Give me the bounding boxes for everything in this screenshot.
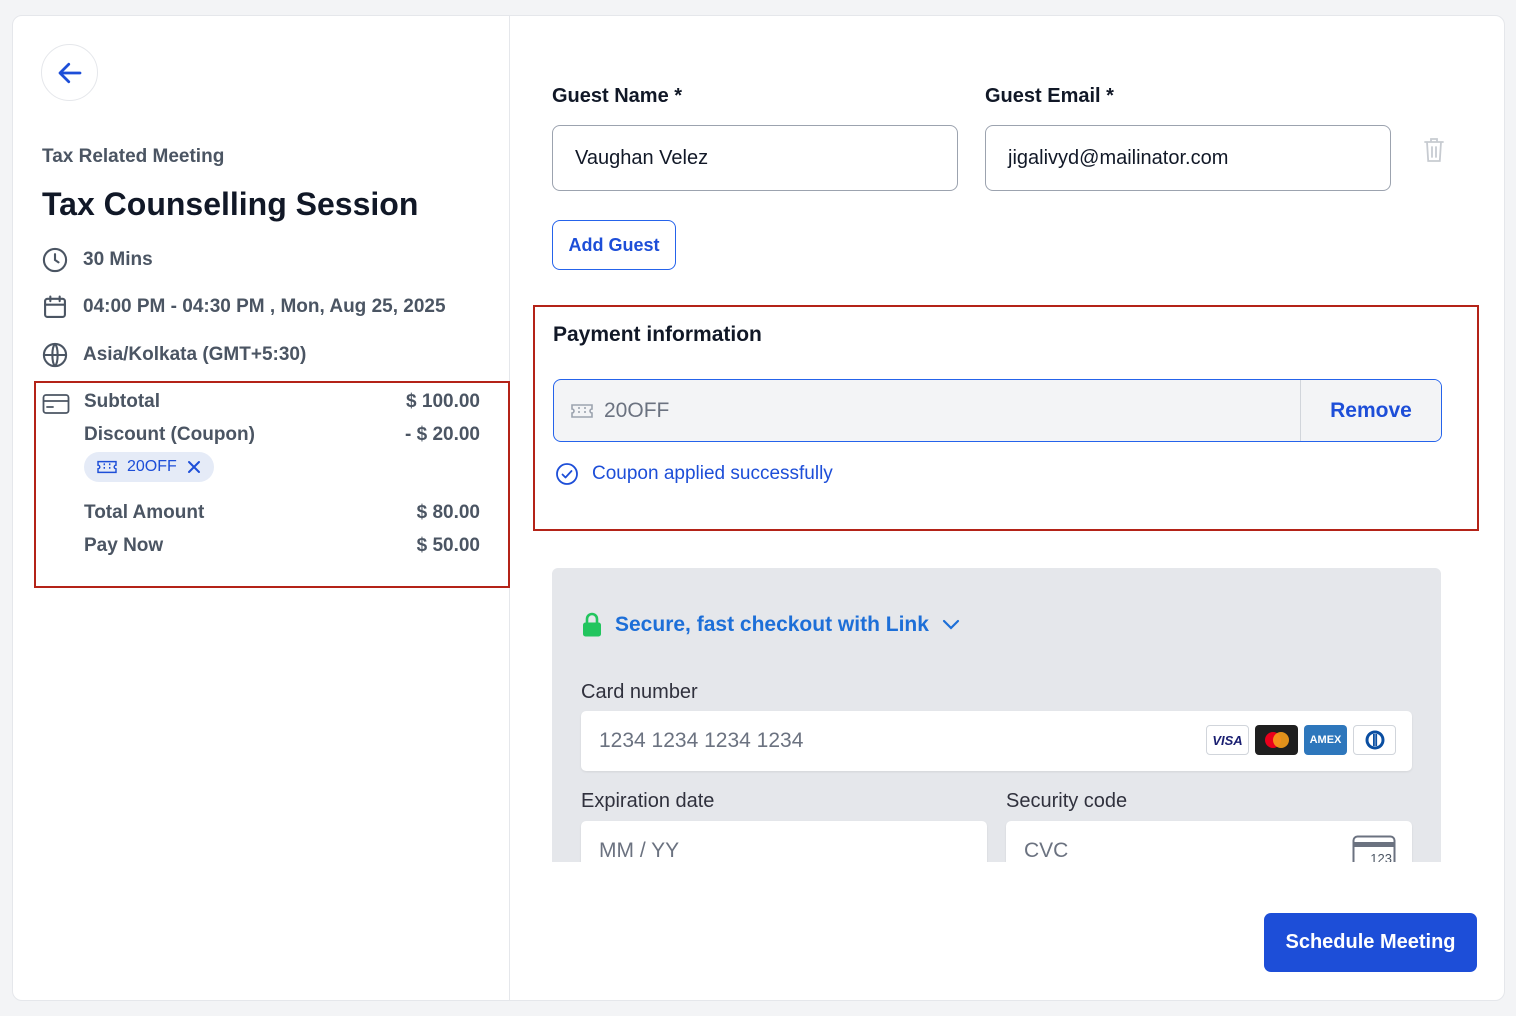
discount-value: - $ 20.00 [405, 424, 480, 445]
coupon-input[interactable]: 20OFF [554, 380, 1300, 441]
timezone-text: Asia/Kolkata (GMT+5:30) [83, 344, 307, 365]
cvc-label: Security code [1006, 790, 1128, 812]
ticket-icon [571, 403, 593, 418]
booking-card: Tax Related Meeting Tax Counselling Sess… [12, 15, 1505, 1001]
payment-title: Payment information [553, 323, 762, 346]
cvc-icon-text: 123 [1370, 851, 1392, 862]
card-number-placeholder: 1234 1234 1234 1234 [599, 729, 804, 752]
expiry-label: Expiration date [581, 790, 715, 812]
guest-email-label: Guest Email * [985, 85, 1114, 107]
ticket-icon [97, 460, 117, 474]
cvc-placeholder: CVC [1024, 839, 1069, 862]
discount-label: Discount (Coupon) [84, 424, 255, 445]
duration-row: 30 Mins [41, 246, 153, 274]
paynow-value: $ 50.00 [416, 535, 480, 556]
diners-icon [1353, 725, 1396, 755]
mastercard-icon [1255, 725, 1298, 755]
back-button[interactable] [41, 44, 98, 101]
coupon-field: 20OFF Remove [553, 379, 1442, 442]
payment-section: Payment information 20OFF Remove Coupon … [533, 305, 1479, 531]
check-circle-icon [556, 463, 578, 485]
clock-icon [42, 247, 68, 273]
amex-icon: AMEX [1304, 725, 1347, 755]
guest-name-input[interactable]: Vaughan Velez [552, 125, 958, 191]
calendar-icon [44, 295, 66, 318]
card-number-input[interactable]: 1234 1234 1234 1234 VISA AMEX [581, 711, 1412, 771]
globe-icon [42, 342, 68, 368]
coupon-success-text: Coupon applied successfully [592, 463, 833, 484]
trash-icon[interactable] [1422, 136, 1446, 164]
total-row: Total Amount $ 80.00 [84, 502, 480, 524]
stripe-card-form: Secure, fast checkout with Link Card num… [552, 568, 1441, 862]
coupon-chip: 20OFF [84, 452, 214, 482]
cvc-input[interactable]: CVC 123 [1006, 821, 1412, 862]
guest-name-label: Guest Name * [552, 85, 683, 107]
schedule-meeting-button[interactable]: Schedule Meeting [1264, 913, 1477, 972]
summary-panel: Tax Related Meeting Tax Counselling Sess… [13, 16, 510, 1000]
page-title: Tax Counselling Session [42, 186, 419, 222]
coupon-chip-code: 20OFF [127, 458, 177, 475]
chevron-down-icon [942, 619, 960, 630]
timezone-row: Asia/Kolkata (GMT+5:30) [41, 341, 306, 369]
guest-email-input[interactable]: jigalivyd@mailinator.com [985, 125, 1391, 191]
datetime-row: 04:00 PM - 04:30 PM , Mon, Aug 25, 2025 [41, 293, 446, 321]
discount-row: Discount (Coupon) - $ 20.00 [84, 424, 480, 446]
form-panel: Guest Name * Guest Email * Vaughan Velez… [510, 16, 1504, 1000]
subtotal-value: $ 100.00 [406, 391, 480, 412]
expiry-input[interactable]: MM / YY [581, 821, 987, 862]
card-number-label: Card number [581, 681, 698, 703]
remove-coupon-button[interactable]: Remove [1300, 380, 1441, 441]
total-label: Total Amount [84, 502, 205, 523]
meeting-type: Tax Related Meeting [42, 146, 225, 167]
subtotal-row: Subtotal $ 100.00 [84, 391, 480, 413]
paynow-row: Pay Now $ 50.00 [84, 535, 480, 557]
add-guest-button[interactable]: Add Guest [552, 220, 676, 270]
credit-card-icon [42, 394, 70, 414]
link-checkout-toggle[interactable]: Secure, fast checkout with Link [581, 612, 961, 638]
coupon-success-message: Coupon applied successfully [555, 462, 833, 486]
subtotal-label: Subtotal [84, 391, 160, 412]
cvc-card-icon: 123 [1352, 835, 1396, 862]
visa-icon: VISA [1206, 725, 1249, 755]
duration-text: 30 Mins [83, 249, 153, 270]
link-checkout-text: Secure, fast checkout with Link [615, 613, 929, 636]
close-icon[interactable] [186, 459, 202, 475]
paynow-label: Pay Now [84, 535, 164, 556]
price-summary: Subtotal $ 100.00 Discount (Coupon) - $ … [34, 381, 510, 588]
coupon-input-value: 20OFF [604, 398, 670, 422]
lock-icon [583, 612, 601, 637]
datetime-text: 04:00 PM - 04:30 PM , Mon, Aug 25, 2025 [83, 296, 446, 317]
card-brands: VISA AMEX [1206, 725, 1396, 755]
total-value: $ 80.00 [416, 502, 480, 523]
arrow-left-icon [58, 62, 81, 83]
